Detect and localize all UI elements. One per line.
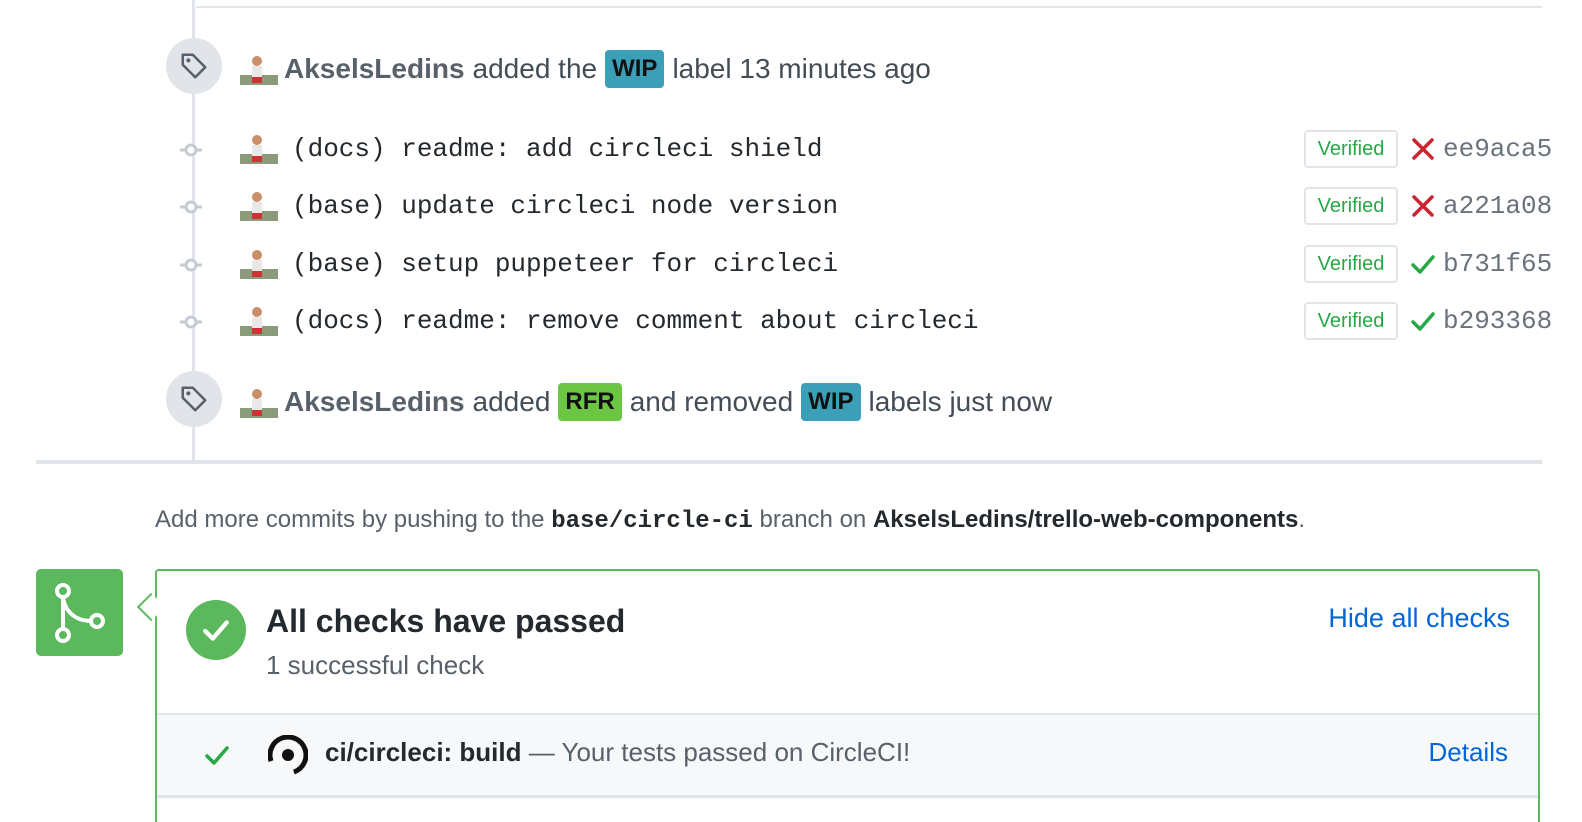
pr-timeline-page: AkselsLedins added the WIP label 13 minu… <box>0 0 1582 822</box>
commit-node-icon <box>180 315 202 329</box>
x-fail-icon[interactable] <box>1410 193 1436 219</box>
hide-all-checks-link[interactable]: Hide all checks <box>1328 603 1510 634</box>
timeline-top-divider <box>196 6 1542 8</box>
avatar[interactable] <box>240 132 278 164</box>
check-details-link[interactable]: Details <box>1429 737 1508 768</box>
check-description: ci/circleci: build — Your tests passed o… <box>325 737 910 768</box>
check-icon <box>203 620 229 641</box>
circleci-logo-icon <box>268 735 308 775</box>
merge-status-icon-box <box>36 569 123 656</box>
checks-passed-badge <box>186 600 246 660</box>
check-name: ci/circleci: build <box>325 737 522 767</box>
event-author-link[interactable]: AkselsLedins <box>284 386 465 418</box>
verified-badge[interactable]: Verified <box>1304 130 1398 168</box>
label-rfr[interactable]: RFR <box>558 383 622 421</box>
commit-sha-link[interactable]: ee9aca5 <box>1443 134 1552 164</box>
commit-message-link[interactable]: (base) setup puppeteer for circleci <box>292 249 838 279</box>
commit-row: (docs) readme: add circleci shield Verif… <box>176 130 1552 170</box>
commit-sha-link[interactable]: b731f65 <box>1443 249 1552 279</box>
check-status-text: — Your tests passed on CircleCI! <box>528 737 911 767</box>
checks-title: All checks have passed <box>266 603 626 639</box>
event-tag-badge <box>166 371 222 427</box>
timeline-divider <box>36 460 1542 464</box>
checks-subtitle: 1 successful check <box>266 650 485 680</box>
event-text: added <box>472 386 551 417</box>
label-event-1: AkselsLedins added the WIP label 13 minu… <box>240 50 931 88</box>
event-text: and removed <box>629 386 794 417</box>
commit-sha-link[interactable]: b293368 <box>1443 306 1552 336</box>
push-hint-prefix: Add more commits by pushing to the <box>155 506 545 533</box>
push-hint-middle: branch on <box>759 506 867 533</box>
event-time-text[interactable]: label 13 minutes ago <box>672 53 930 85</box>
event-author-link[interactable]: AkselsLedins <box>284 53 465 85</box>
verified-badge[interactable]: Verified <box>1304 187 1398 225</box>
check-item: ci/circleci: build — Your tests passed o… <box>157 713 1538 798</box>
event-text: added the <box>472 53 598 84</box>
push-hint: Add more commits by pushing to the base/… <box>155 506 1305 535</box>
push-hint-suffix: . <box>1298 506 1306 533</box>
tag-icon <box>181 386 207 412</box>
tag-icon <box>181 53 207 79</box>
commit-row: (base) setup puppeteer for circleci Veri… <box>176 245 1552 285</box>
x-fail-icon[interactable] <box>1410 136 1436 162</box>
commit-message-link[interactable]: (base) update circleci node version <box>292 191 838 221</box>
verified-badge[interactable]: Verified <box>1304 245 1398 283</box>
label-event-2: AkselsLedins added RFR and removed WIP l… <box>240 383 1052 421</box>
avatar[interactable] <box>240 189 278 221</box>
commit-message-link[interactable]: (docs) readme: add circleci shield <box>292 134 823 164</box>
commit-node-icon <box>180 258 202 272</box>
branch-name: base/circle-ci <box>551 508 753 535</box>
verified-badge[interactable]: Verified <box>1304 302 1398 340</box>
commit-sha-link[interactable]: a221a08 <box>1443 191 1552 221</box>
check-success-icon <box>205 746 229 765</box>
repo-name: AkselsLedins/trello-web-components <box>872 506 1299 533</box>
commit-node-icon <box>180 143 202 157</box>
event-time-text[interactable]: labels just now <box>869 386 1053 418</box>
avatar[interactable] <box>240 304 278 336</box>
label-wip[interactable]: WIP <box>605 50 665 88</box>
commit-row: (base) update circleci node version Veri… <box>176 187 1552 227</box>
check-success-icon[interactable] <box>1410 251 1436 277</box>
commit-node-icon <box>180 200 202 214</box>
event-tag-badge <box>166 38 222 94</box>
git-merge-icon <box>54 582 105 643</box>
avatar[interactable] <box>240 53 278 85</box>
check-success-icon[interactable] <box>1410 308 1436 334</box>
commit-row: (docs) readme: remove comment about circ… <box>176 302 1552 342</box>
avatar[interactable] <box>240 386 278 418</box>
label-wip[interactable]: WIP <box>801 383 861 421</box>
commit-message-link[interactable]: (docs) readme: remove comment about circ… <box>292 306 979 336</box>
avatar[interactable] <box>240 247 278 279</box>
